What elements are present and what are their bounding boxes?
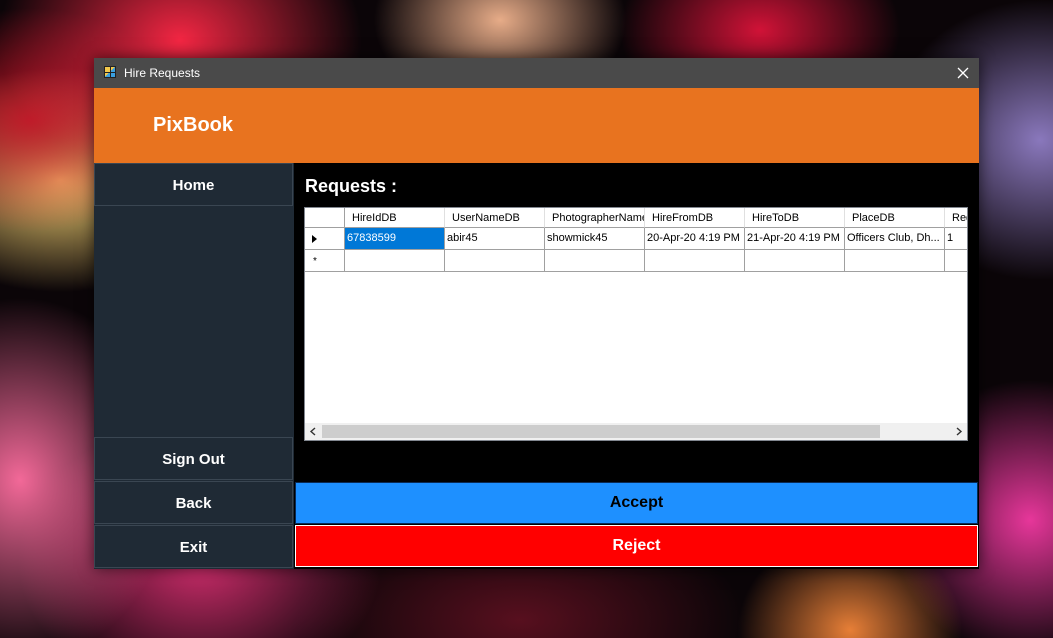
scroll-left-button[interactable] bbox=[305, 423, 322, 440]
new-row-cell[interactable] bbox=[845, 250, 945, 272]
table-cell-hireid[interactable]: 67838599 bbox=[345, 228, 445, 250]
scrollbar-thumb[interactable] bbox=[322, 425, 880, 438]
column-header-hireid[interactable]: HireIdDB bbox=[345, 208, 445, 228]
scroll-right-button[interactable] bbox=[950, 423, 967, 440]
home-button[interactable]: Home bbox=[94, 163, 293, 206]
window-title: Hire Requests bbox=[124, 66, 201, 80]
back-button[interactable]: Back bbox=[94, 481, 293, 524]
new-row-cell[interactable] bbox=[745, 250, 845, 272]
table-cell-hireto[interactable]: 21-Apr-20 4:19 PM bbox=[745, 228, 845, 250]
horizontal-scrollbar[interactable] bbox=[305, 423, 967, 440]
sidebar: Home Sign Out Back Exit bbox=[94, 163, 294, 569]
column-header-hireto[interactable]: HireToDB bbox=[745, 208, 845, 228]
table-cell-req[interactable]: 1 bbox=[945, 228, 967, 250]
brand-title: PixBook bbox=[153, 114, 234, 136]
new-row-cell[interactable] bbox=[445, 250, 545, 272]
column-header-username[interactable]: UserNameDB bbox=[445, 208, 545, 228]
chevron-right-icon bbox=[956, 427, 963, 436]
requests-heading: Requests : bbox=[305, 176, 398, 196]
close-button[interactable] bbox=[947, 58, 979, 88]
new-row-header[interactable]: * bbox=[305, 250, 345, 272]
new-row-cell[interactable] bbox=[945, 250, 967, 272]
sign-out-button[interactable]: Sign Out bbox=[94, 437, 293, 480]
app-icon bbox=[104, 66, 116, 78]
column-header-req[interactable]: Req bbox=[945, 208, 967, 228]
column-header-place[interactable]: PlaceDB bbox=[845, 208, 945, 228]
hire-requests-window: Hire Requests PixBook Home Sign Out Back… bbox=[94, 58, 979, 569]
accept-button[interactable]: Accept bbox=[295, 482, 978, 524]
grid-corner-cell[interactable] bbox=[305, 208, 345, 228]
new-row-cell[interactable] bbox=[645, 250, 745, 272]
current-row-arrow-icon bbox=[312, 235, 317, 243]
reject-button[interactable]: Reject bbox=[295, 525, 978, 567]
app-header: PixBook bbox=[94, 88, 979, 163]
chevron-left-icon bbox=[309, 427, 316, 436]
column-header-photographer[interactable]: PhotographerName bbox=[545, 208, 645, 228]
table-cell-photographer[interactable]: showmick45 bbox=[545, 228, 645, 250]
table-cell-username[interactable]: abir45 bbox=[445, 228, 545, 250]
new-row-cell[interactable] bbox=[345, 250, 445, 272]
row-header[interactable] bbox=[305, 228, 345, 250]
title-bar[interactable]: Hire Requests bbox=[94, 58, 979, 88]
column-header-hirefrom[interactable]: HireFromDB bbox=[645, 208, 745, 228]
close-icon bbox=[957, 67, 969, 79]
new-row-cell[interactable] bbox=[545, 250, 645, 272]
exit-button[interactable]: Exit bbox=[94, 525, 293, 568]
requests-grid[interactable]: HireIdDB UserNameDB PhotographerName Hir… bbox=[304, 207, 968, 441]
table-cell-place[interactable]: Officers Club, Dh... bbox=[845, 228, 945, 250]
table-cell-hirefrom[interactable]: 20-Apr-20 4:19 PM bbox=[645, 228, 745, 250]
